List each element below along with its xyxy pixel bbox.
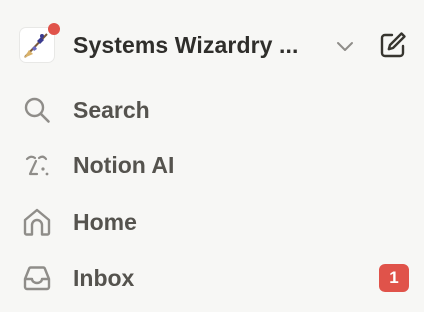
home-icon [20, 205, 54, 239]
sidebar-item-label: Notion AI [73, 151, 175, 178]
sidebar-item-inbox[interactable]: Inbox 1 [20, 256, 412, 300]
compose-icon [380, 32, 406, 58]
search-icon [20, 93, 54, 127]
sidebar-item-label: Inbox [73, 264, 135, 291]
new-page-button[interactable] [378, 30, 408, 60]
sidebar-item-label: Home [73, 208, 137, 235]
workspace-switcher[interactable]: Systems Wizardry ... [20, 23, 360, 63]
workspace-menu-button[interactable] [334, 36, 356, 56]
sidebar: Systems Wizardry ... Search Notion AI Ho… [0, 0, 424, 312]
notification-dot [48, 23, 60, 35]
sidebar-item-notion-ai[interactable]: Notion AI [20, 143, 412, 187]
sidebar-item-search[interactable]: Search [20, 88, 412, 132]
inbox-count-badge: 1 [379, 264, 409, 292]
chevron-down-icon [337, 42, 353, 51]
inbox-icon [20, 261, 54, 295]
notion-ai-face-icon [20, 148, 54, 182]
workspace-avatar [20, 23, 60, 62]
workspace-name: Systems Wizardry ... [73, 31, 299, 58]
sidebar-item-label: Search [73, 96, 150, 123]
sidebar-item-home[interactable]: Home [20, 200, 412, 244]
